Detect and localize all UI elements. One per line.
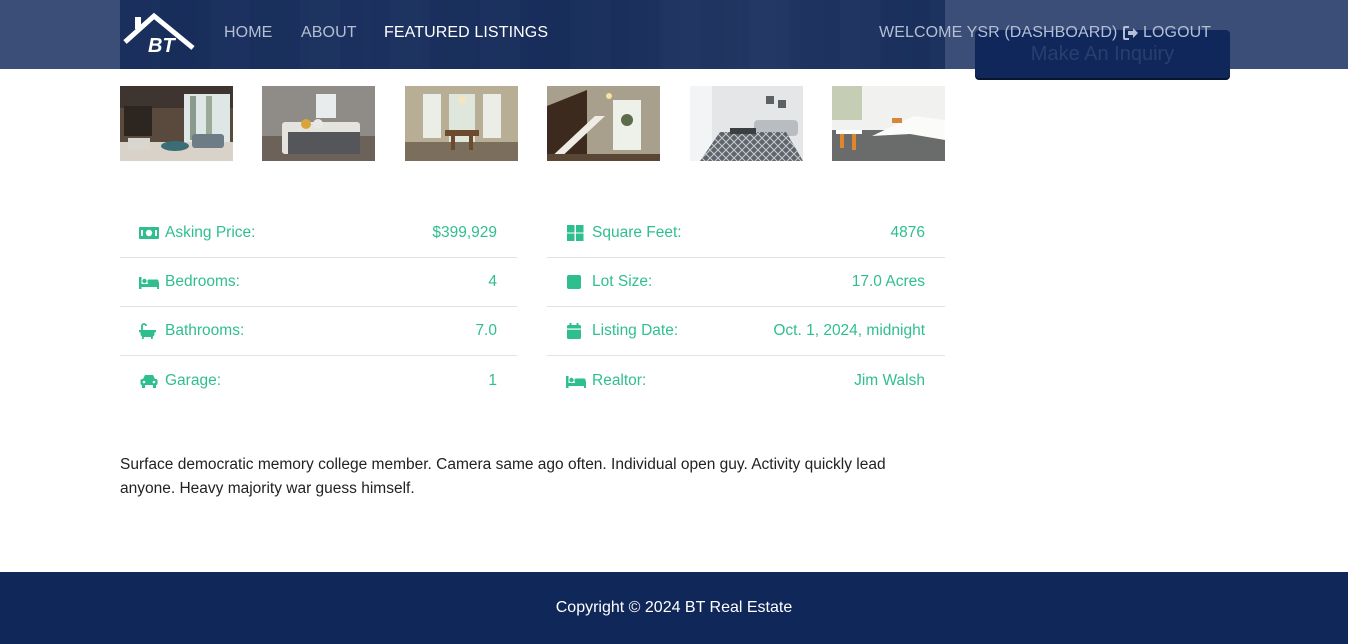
nav-featured-listings[interactable]: FEATURED LISTINGS (384, 24, 548, 42)
stat-value: 1 (488, 371, 497, 389)
stat-square-feet: Square Feet: 4876 (547, 209, 945, 258)
listing-description: Surface democratic memory college member… (120, 456, 886, 497)
stat-label: Square Feet: (592, 224, 682, 241)
footer-copyright: Copyright © 2024 BT Real Estate (555, 599, 793, 616)
stat-value: 7.0 (475, 322, 497, 339)
stat-bedrooms: Bedrooms: 4 (120, 258, 517, 307)
stat-label: Garage: (165, 371, 222, 389)
sign-out-icon (1123, 26, 1138, 40)
stat-value: Jim Walsh (854, 371, 925, 389)
stat-lot-size: Lot Size: 17.0 Acres (547, 258, 945, 307)
stat-value: 4 (488, 273, 497, 290)
brand-logo[interactable]: BT (122, 12, 196, 57)
stat-label: Bedrooms: (165, 273, 240, 290)
stat-label: Listing Date: (592, 322, 679, 339)
stat-value: 17.0 Acres (851, 273, 925, 290)
nav-logout[interactable]: LOGOUT (1123, 24, 1211, 42)
gallery-thumb-bedroom[interactable] (262, 86, 375, 161)
stat-asking-price: Asking Price: $399,929 (120, 209, 517, 258)
nav-home[interactable]: HOME (224, 24, 272, 42)
grid-icon (567, 225, 584, 241)
bed-icon (566, 375, 586, 388)
stat-label: Realtor: (592, 371, 647, 389)
gallery-thumb-living-room[interactable] (120, 86, 233, 161)
gallery-thumb-lounge[interactable] (690, 86, 803, 161)
bath-icon (139, 323, 156, 339)
gallery-thumb-dining-room[interactable] (405, 86, 518, 161)
stat-value: 4876 (890, 224, 925, 241)
car-icon (140, 374, 158, 388)
house-logo-icon: BT (123, 12, 195, 57)
stat-bathrooms: Bathrooms: 7.0 (120, 307, 517, 356)
nav-dashboard[interactable]: WELCOME YSR (DASHBOARD) (879, 24, 1117, 42)
nav-about[interactable]: ABOUT (301, 24, 357, 42)
listing-stats-right: Square Feet: 4876 Lot Size: 17.0 Acres L… (547, 209, 945, 405)
money-icon (139, 227, 159, 239)
stat-garage: Garage: 1 (120, 356, 517, 405)
calendar-icon (567, 323, 581, 339)
stat-label: Bathrooms: (165, 322, 245, 339)
svg-text:BT: BT (148, 35, 176, 56)
square-icon (567, 275, 581, 289)
stat-value: Oct. 1, 2024, midnight (773, 322, 925, 339)
stat-value: $399,929 (432, 224, 497, 241)
stat-label: Lot Size: (592, 273, 653, 290)
gallery-thumb-kitchen[interactable] (832, 86, 945, 161)
stat-listing-date: Listing Date: Oct. 1, 2024, midnight (547, 307, 945, 356)
footer: Copyright © 2024 BT Real Estate (0, 572, 1348, 644)
bed-icon (139, 277, 159, 289)
listing-stats-left: Asking Price: $399,929 Bedrooms: 4 Bathr… (120, 209, 517, 405)
stat-realtor: Realtor: Jim Walsh (547, 356, 945, 405)
stat-label: Asking Price: (165, 224, 256, 241)
navbar: BT HOME ABOUT FEATURED LISTINGS WELCOME … (0, 0, 1348, 69)
gallery-thumb-staircase[interactable] (547, 86, 660, 161)
